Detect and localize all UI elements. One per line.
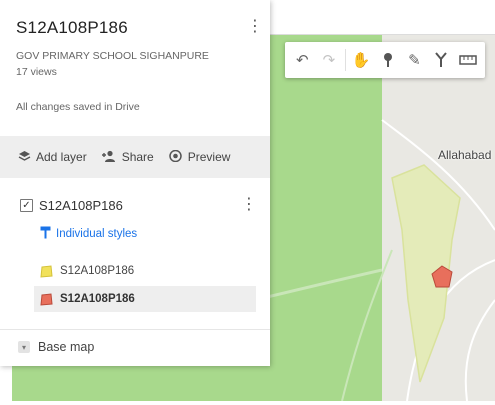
share-button[interactable]: Share bbox=[101, 150, 154, 165]
save-status: All changes saved in Drive bbox=[16, 101, 140, 113]
paint-roller-icon bbox=[40, 226, 51, 242]
hand-pan-icon[interactable]: ✋ bbox=[350, 48, 372, 72]
share-label: Share bbox=[121, 150, 154, 164]
map-toolbar: ↶ ↷ ✋ ✎ bbox=[285, 42, 485, 78]
layer-options-icon[interactable]: ⋮ bbox=[241, 194, 257, 216]
map-title[interactable]: S12A108P186 bbox=[16, 18, 128, 38]
polygon-style-icon[interactable] bbox=[40, 264, 53, 278]
base-map-label: Base map bbox=[38, 340, 95, 354]
place-label: Allahabad bbox=[438, 148, 492, 162]
add-person-icon bbox=[101, 150, 117, 165]
directions-icon[interactable] bbox=[430, 48, 452, 72]
divider bbox=[0, 329, 270, 330]
panel-action-bar: Add layer Share Preview bbox=[0, 136, 270, 178]
layer-header: ✓ S12A108P186 bbox=[20, 198, 123, 213]
toolbar-divider bbox=[344, 49, 346, 71]
feature-item[interactable]: S12A108P186 bbox=[34, 258, 256, 284]
more-options-icon[interactable]: ⋮ bbox=[247, 16, 263, 38]
chevron-down-icon: ▾ bbox=[18, 341, 30, 353]
feature-item-selected[interactable]: S12A108P186 bbox=[34, 286, 256, 312]
layer-visibility-checkbox[interactable]: ✓ bbox=[20, 199, 33, 212]
individual-styles-link[interactable]: Individual styles bbox=[40, 226, 137, 242]
feature-label: S12A108P186 bbox=[60, 265, 135, 277]
view-count: 17 views bbox=[16, 66, 57, 78]
preview-label: Preview bbox=[187, 150, 231, 164]
individual-styles-label: Individual styles bbox=[56, 228, 138, 240]
map-legend-panel: S12A108P186 ⋮ GOV PRIMARY SCHOOL SIGHANP… bbox=[0, 0, 270, 366]
base-map-toggle[interactable]: ▾ Base map bbox=[18, 340, 94, 354]
feature-label: S12A108P186 bbox=[60, 293, 135, 305]
eye-icon bbox=[168, 149, 183, 165]
map-description[interactable]: GOV PRIMARY SCHOOL SIGHANPURE bbox=[16, 50, 209, 62]
measure-ruler-icon[interactable] bbox=[457, 48, 479, 72]
preview-button[interactable]: Preview bbox=[168, 149, 231, 165]
draw-line-icon[interactable]: ✎ bbox=[403, 48, 425, 72]
redo-icon[interactable]: ↷ bbox=[318, 48, 340, 72]
road-line bbox=[464, 299, 495, 401]
polygon-style-icon[interactable] bbox=[40, 292, 53, 306]
add-layer-button[interactable]: Add layer bbox=[18, 150, 87, 165]
map-top-bar bbox=[270, 0, 495, 35]
layer-name[interactable]: S12A108P186 bbox=[39, 198, 123, 213]
undo-icon[interactable]: ↶ bbox=[291, 48, 313, 72]
add-marker-icon[interactable] bbox=[377, 48, 399, 72]
layers-icon bbox=[18, 150, 31, 165]
add-layer-label: Add layer bbox=[36, 150, 87, 164]
